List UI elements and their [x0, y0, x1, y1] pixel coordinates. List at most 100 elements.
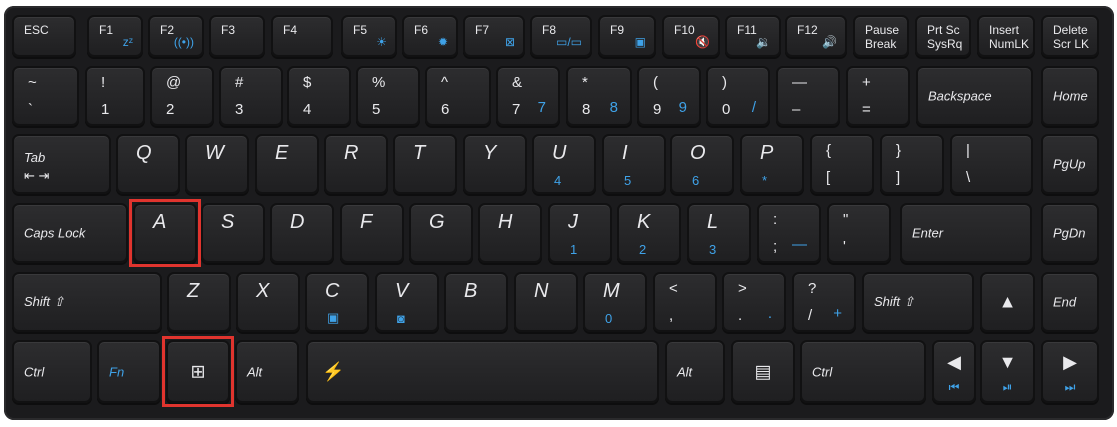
- key-6[interactable]: ^ 6: [425, 66, 491, 126]
- key-legend: 0: [605, 311, 613, 326]
- key-end[interactable]: End: [1041, 272, 1099, 332]
- key-rbrace[interactable]: }]: [880, 134, 944, 194]
- key-slash[interactable]: ? / +: [792, 272, 856, 332]
- key-pgdn[interactable]: PgDn: [1041, 203, 1099, 263]
- key-j[interactable]: J1: [548, 203, 612, 263]
- key-legend: Break: [865, 37, 897, 51]
- key-period[interactable]: >..: [722, 272, 786, 332]
- key-enter[interactable]: Enter: [900, 203, 1032, 263]
- key-lbrace[interactable]: {[: [810, 134, 874, 194]
- key-backspace[interactable]: Backspace: [916, 66, 1033, 126]
- key-f1[interactable]: F1 zᶻ: [87, 15, 143, 57]
- key-h[interactable]: H: [478, 203, 542, 263]
- key-0[interactable]: ) 0 /: [706, 66, 770, 126]
- key-capslock[interactable]: Caps Lock: [12, 203, 128, 263]
- key-o[interactable]: O6: [670, 134, 734, 194]
- key-8[interactable]: * 8 8: [566, 66, 632, 126]
- key-menu[interactable]: ▤: [731, 340, 795, 403]
- key-legend: 2: [166, 101, 175, 118]
- key-f4[interactable]: F4: [271, 15, 333, 57]
- key-q[interactable]: Q: [116, 134, 180, 194]
- key-esc[interactable]: ESC: [12, 15, 76, 57]
- key-w[interactable]: W: [185, 134, 249, 194]
- key-e[interactable]: E: [255, 134, 319, 194]
- key-f[interactable]: F: [340, 203, 404, 263]
- key-v[interactable]: V ◙: [375, 272, 439, 332]
- key-rctrl[interactable]: Ctrl: [800, 340, 926, 403]
- key-fn[interactable]: Fn: [97, 340, 161, 403]
- key-k[interactable]: K2: [617, 203, 681, 263]
- key-f5[interactable]: F5 ☀: [341, 15, 397, 57]
- key-2[interactable]: @2: [150, 66, 214, 126]
- key-p[interactable]: P *: [740, 134, 804, 194]
- key-pgup[interactable]: PgUp: [1041, 134, 1099, 194]
- key-z[interactable]: Z: [167, 272, 231, 332]
- key-minus[interactable]: — –: [776, 66, 840, 126]
- key-prtsc[interactable]: Prt Sc SysRq: [915, 15, 971, 57]
- key-x[interactable]: X: [236, 272, 300, 332]
- key-a[interactable]: A: [133, 203, 197, 263]
- key-right[interactable]: ▶ ⏭: [1041, 340, 1099, 403]
- key-s[interactable]: S: [201, 203, 265, 263]
- key-tilde[interactable]: ~ `: [12, 66, 79, 126]
- key-semicolon[interactable]: :; —: [757, 203, 821, 263]
- key-l[interactable]: L3: [687, 203, 751, 263]
- key-f12[interactable]: F12 🔊: [785, 15, 847, 57]
- key-m[interactable]: M0: [583, 272, 647, 332]
- key-f7[interactable]: F7 ⊠: [463, 15, 525, 57]
- key-g[interactable]: G: [409, 203, 473, 263]
- key-legend: ⏯: [1002, 380, 1013, 394]
- key-f10[interactable]: F10 🔇: [662, 15, 720, 57]
- key-lalt[interactable]: Alt: [235, 340, 299, 403]
- key-1[interactable]: ! 1: [85, 66, 145, 126]
- key-pause[interactable]: Pause Break: [853, 15, 909, 57]
- key-d[interactable]: D: [270, 203, 334, 263]
- key-down[interactable]: ▼ ⏯: [980, 340, 1035, 403]
- key-i[interactable]: I5: [602, 134, 666, 194]
- key-win[interactable]: ⊞: [166, 340, 230, 403]
- key-lshift[interactable]: Shift ⇧: [12, 272, 162, 332]
- key-t[interactable]: T: [393, 134, 457, 194]
- key-plus[interactable]: + =: [846, 66, 910, 126]
- key-f6[interactable]: F6 ✹: [402, 15, 458, 57]
- key-3[interactable]: #3: [219, 66, 283, 126]
- key-space[interactable]: ⚡: [306, 340, 659, 403]
- key-lctrl[interactable]: Ctrl: [12, 340, 92, 403]
- key-9[interactable]: (9 9: [637, 66, 701, 126]
- key-n[interactable]: N: [514, 272, 578, 332]
- key-u[interactable]: U4: [532, 134, 596, 194]
- key-legend: F8: [542, 23, 557, 37]
- key-tab[interactable]: Tab ⇤ ⇥: [12, 134, 111, 194]
- key-legend: L: [707, 211, 719, 233]
- key-left[interactable]: ◀ ⏮: [932, 340, 976, 403]
- key-7[interactable]: & 7 7: [496, 66, 560, 126]
- key-legend: *: [582, 74, 588, 91]
- key-legend: 3: [235, 101, 244, 118]
- key-rshift[interactable]: Shift ⇧: [862, 272, 974, 332]
- key-r[interactable]: R: [324, 134, 388, 194]
- key-4[interactable]: $4: [287, 66, 351, 126]
- key-f8[interactable]: F8 ▭/▭: [530, 15, 592, 57]
- key-quote[interactable]: " ': [827, 203, 891, 263]
- key-b[interactable]: B: [444, 272, 508, 332]
- key-legend: !: [101, 74, 106, 91]
- key-delete[interactable]: Delete Scr LK: [1041, 15, 1099, 57]
- key-legend: S: [221, 211, 235, 233]
- key-ralt[interactable]: Alt: [665, 340, 725, 403]
- key-c[interactable]: C ▣: [305, 272, 369, 332]
- key-home[interactable]: Home: [1041, 66, 1099, 126]
- key-5[interactable]: % 5: [356, 66, 420, 126]
- key-legend: PgUp: [1053, 156, 1086, 172]
- key-comma[interactable]: <,: [653, 272, 717, 332]
- key-legend: R: [344, 142, 359, 164]
- key-f9[interactable]: F9 ▣: [598, 15, 656, 57]
- key-f3[interactable]: F3: [209, 15, 265, 57]
- key-insert[interactable]: Insert NumLK: [977, 15, 1035, 57]
- key-pipe[interactable]: | \: [950, 134, 1033, 194]
- key-f2[interactable]: F2 ((•)): [148, 15, 204, 57]
- key-up[interactable]: ▲: [980, 272, 1035, 332]
- key-y[interactable]: Y: [463, 134, 527, 194]
- key-f11[interactable]: F11 🔉: [725, 15, 781, 57]
- key-legend: Y: [483, 142, 497, 164]
- key-legend: ,: [669, 307, 674, 324]
